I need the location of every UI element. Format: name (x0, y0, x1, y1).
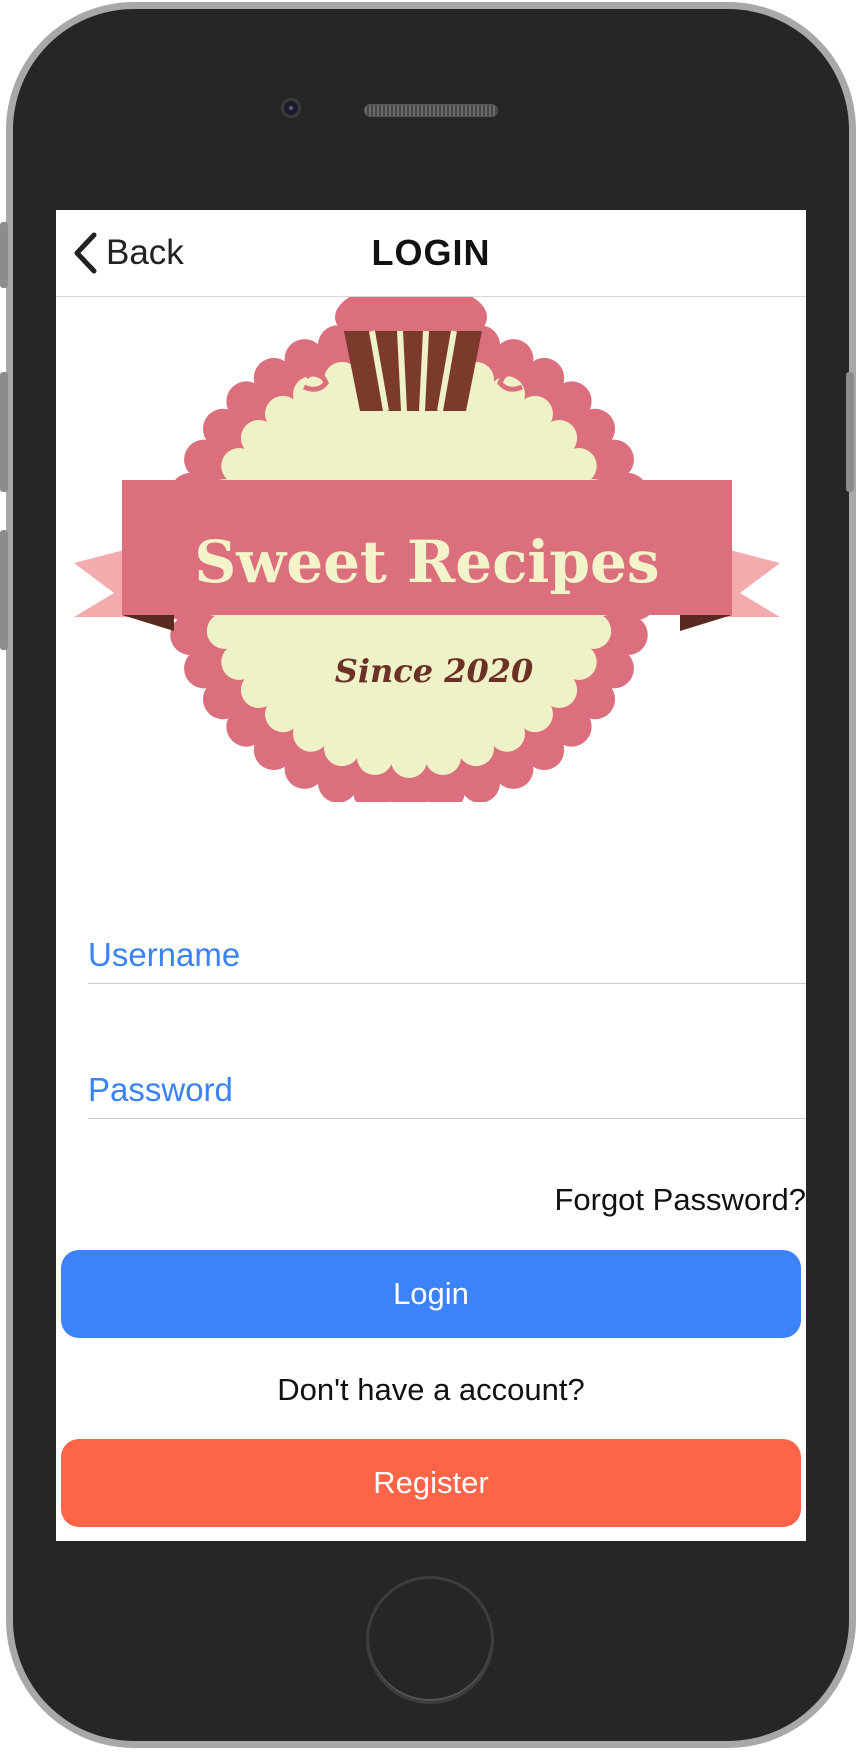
page-title: LOGIN (371, 232, 491, 273)
phone-side-button-volume-up (0, 372, 8, 492)
earpiece-speaker (364, 104, 498, 117)
phone-side-button-mute (0, 222, 8, 288)
password-field[interactable] (88, 1062, 806, 1119)
login-button[interactable]: Login (61, 1250, 801, 1338)
home-button[interactable] (366, 1576, 494, 1704)
app-screen: Back LOGIN Sweet Recipes Since 2020 User… (56, 210, 806, 1541)
phone-side-button-volume-down (0, 530, 8, 650)
front-camera (281, 98, 301, 118)
sweet-recipes-logo: Sweet Recipes Since 2020 (74, 297, 780, 802)
navigation-bar: Back LOGIN (56, 210, 806, 297)
forgot-password-link[interactable]: Forgot Password? (554, 1182, 806, 1218)
logo-brand-text: Sweet Recipes (194, 528, 659, 596)
phone-side-button-power (846, 372, 854, 492)
logo-since-text: Since 2020 (335, 652, 534, 690)
username-field[interactable] (88, 927, 806, 984)
no-account-text: Don't have a account? (277, 1372, 585, 1407)
register-button[interactable]: Register (61, 1439, 801, 1527)
